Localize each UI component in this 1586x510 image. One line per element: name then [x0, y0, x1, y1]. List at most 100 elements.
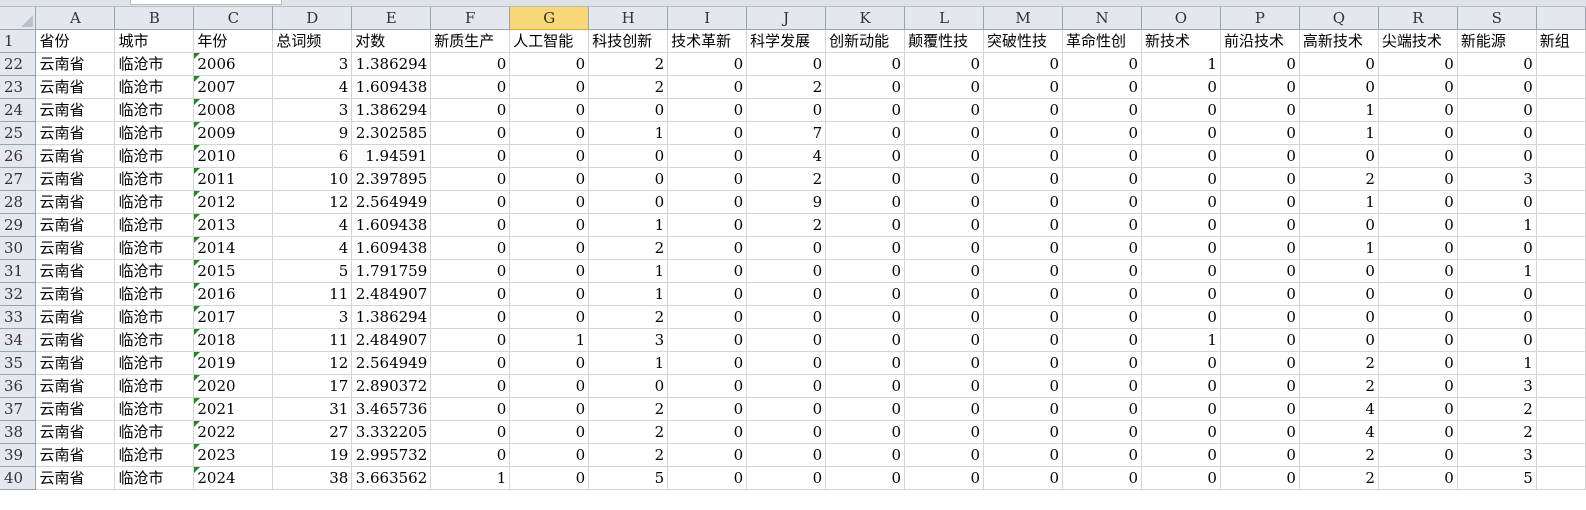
- cell-L[interactable]: 0: [904, 351, 985, 376]
- cell-S[interactable]: 1: [1457, 259, 1537, 284]
- cell-Q[interactable]: 0: [1299, 213, 1379, 238]
- cell-L[interactable]: 0: [904, 121, 985, 146]
- cell-F[interactable]: 0: [430, 190, 511, 215]
- column-header-H[interactable]: H: [588, 7, 669, 31]
- cell-M[interactable]: 0: [983, 259, 1064, 284]
- cell-Q[interactable]: 4: [1299, 397, 1379, 422]
- column-header-C[interactable]: C: [193, 7, 274, 31]
- cell-P[interactable]: 0: [1220, 397, 1300, 422]
- cell-B[interactable]: 临沧市: [114, 190, 195, 215]
- cell-F[interactable]: 0: [430, 282, 511, 307]
- cell-K[interactable]: 0: [825, 374, 906, 399]
- cell-S[interactable]: 0: [1457, 328, 1537, 353]
- cell-S[interactable]: 0: [1457, 282, 1537, 307]
- cell-O[interactable]: 0: [1141, 236, 1221, 261]
- cell-K[interactable]: 0: [825, 52, 906, 77]
- cell-N[interactable]: 0: [1062, 374, 1142, 399]
- cell-I[interactable]: 0: [667, 466, 748, 491]
- cell-L[interactable]: 0: [904, 420, 985, 445]
- cell-J[interactable]: 2: [746, 75, 827, 100]
- cell-K[interactable]: 0: [825, 351, 906, 376]
- cell-R[interactable]: 0: [1378, 52, 1458, 77]
- row-header[interactable]: 23: [0, 75, 37, 100]
- field-name-cell[interactable]: 尖端技术: [1378, 29, 1458, 54]
- cell-O[interactable]: 1: [1141, 328, 1221, 353]
- column-header-I[interactable]: I: [667, 7, 748, 31]
- cell-H[interactable]: 0: [588, 190, 669, 215]
- cell-S[interactable]: 0: [1457, 75, 1537, 100]
- cell-L[interactable]: 0: [904, 213, 985, 238]
- column-header-E[interactable]: E: [351, 7, 432, 31]
- cell-[interactable]: [1536, 190, 1586, 215]
- cell-H[interactable]: 1: [588, 121, 669, 146]
- column-header-S[interactable]: S: [1457, 7, 1537, 31]
- cell-B[interactable]: 临沧市: [114, 98, 195, 123]
- row-header[interactable]: 33: [0, 305, 37, 330]
- cell-F[interactable]: 0: [430, 443, 511, 468]
- cell-N[interactable]: 0: [1062, 328, 1142, 353]
- cell-Q[interactable]: 0: [1299, 259, 1379, 284]
- cell-N[interactable]: 0: [1062, 144, 1142, 169]
- cell-H[interactable]: 2: [588, 443, 669, 468]
- cell-O[interactable]: 0: [1141, 466, 1221, 491]
- cell-E[interactable]: 2.890372: [351, 374, 432, 399]
- cell-C[interactable]: 2018: [193, 328, 274, 353]
- cell-C[interactable]: 2006: [193, 52, 274, 77]
- cell-K[interactable]: 0: [825, 282, 906, 307]
- cell-M[interactable]: 0: [983, 305, 1064, 330]
- cell-E[interactable]: 2.564949: [351, 190, 432, 215]
- cell-J[interactable]: 0: [746, 328, 827, 353]
- cell-E[interactable]: 2.397895: [351, 167, 432, 192]
- cell-C[interactable]: 2014: [193, 236, 274, 261]
- cell-E[interactable]: 1.94591: [351, 144, 432, 169]
- cell-P[interactable]: 0: [1220, 121, 1300, 146]
- cell-S[interactable]: 0: [1457, 236, 1537, 261]
- cell-O[interactable]: 0: [1141, 259, 1221, 284]
- cell-S[interactable]: 1: [1457, 351, 1537, 376]
- cell-R[interactable]: 0: [1378, 420, 1458, 445]
- cell-I[interactable]: 0: [667, 282, 748, 307]
- cell-D[interactable]: 4: [272, 75, 353, 100]
- cell-R[interactable]: 0: [1378, 466, 1458, 491]
- cell-O[interactable]: 0: [1141, 144, 1221, 169]
- cell-[interactable]: [1536, 259, 1586, 284]
- cell-H[interactable]: 0: [588, 144, 669, 169]
- cell-R[interactable]: 0: [1378, 75, 1458, 100]
- cell-Q[interactable]: 4: [1299, 420, 1379, 445]
- cell-L[interactable]: 0: [904, 75, 985, 100]
- cell-Q[interactable]: 1: [1299, 121, 1379, 146]
- cell-B[interactable]: 临沧市: [114, 420, 195, 445]
- field-name-cell[interactable]: 突破性技: [983, 29, 1064, 54]
- cell-M[interactable]: 0: [983, 144, 1064, 169]
- cell-L[interactable]: 0: [904, 328, 985, 353]
- cell-G[interactable]: 0: [509, 98, 590, 123]
- cell-B[interactable]: 临沧市: [114, 52, 195, 77]
- cell-O[interactable]: 0: [1141, 420, 1221, 445]
- cell-S[interactable]: 1: [1457, 213, 1537, 238]
- cell-F[interactable]: 0: [430, 259, 511, 284]
- cell-K[interactable]: 0: [825, 443, 906, 468]
- cell-[interactable]: [1536, 466, 1586, 491]
- cell-I[interactable]: 0: [667, 236, 748, 261]
- cell-N[interactable]: 0: [1062, 167, 1142, 192]
- column-header-M[interactable]: M: [983, 7, 1064, 31]
- cell-N[interactable]: 0: [1062, 190, 1142, 215]
- cell-N[interactable]: 0: [1062, 443, 1142, 468]
- cell-F[interactable]: 0: [430, 121, 511, 146]
- cell-H[interactable]: 1: [588, 351, 669, 376]
- cell-C[interactable]: 2019: [193, 351, 274, 376]
- cell-M[interactable]: 0: [983, 328, 1064, 353]
- cell-S[interactable]: 3: [1457, 443, 1537, 468]
- cell-R[interactable]: 0: [1378, 397, 1458, 422]
- cell-N[interactable]: 0: [1062, 75, 1142, 100]
- cell-D[interactable]: 10: [272, 167, 353, 192]
- cell-K[interactable]: 0: [825, 259, 906, 284]
- cell-A[interactable]: 云南省: [35, 190, 116, 215]
- cell-J[interactable]: 0: [746, 305, 827, 330]
- cell-H[interactable]: 0: [588, 374, 669, 399]
- cell-N[interactable]: 0: [1062, 213, 1142, 238]
- cell-D[interactable]: 11: [272, 328, 353, 353]
- cell-N[interactable]: 0: [1062, 121, 1142, 146]
- cell-P[interactable]: 0: [1220, 282, 1300, 307]
- cell-F[interactable]: 0: [430, 167, 511, 192]
